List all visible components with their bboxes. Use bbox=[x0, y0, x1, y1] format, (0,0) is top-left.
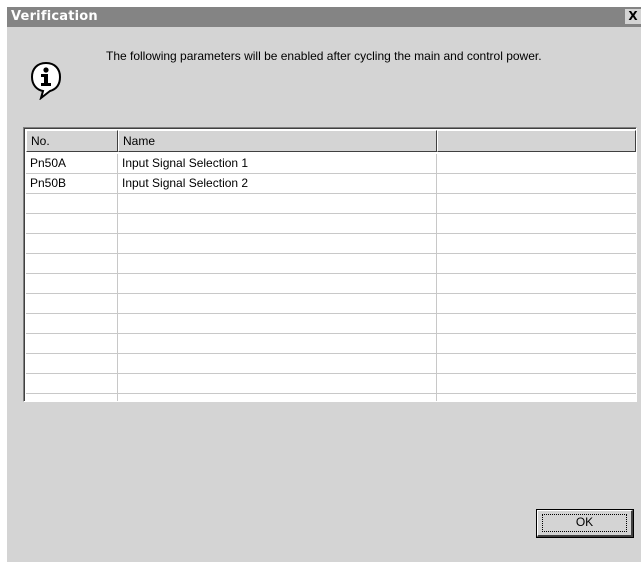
cell-no bbox=[26, 254, 118, 273]
close-button[interactable]: X bbox=[625, 9, 641, 24]
title-bar[interactable]: Verification X bbox=[7, 7, 641, 27]
table-row[interactable] bbox=[26, 254, 636, 274]
parameter-table: No. Name Pn50A Input Signal Selection 1 … bbox=[23, 127, 637, 402]
cell-extra bbox=[437, 274, 636, 293]
table-row[interactable] bbox=[26, 374, 636, 394]
cell-no bbox=[26, 194, 118, 213]
cell-extra bbox=[437, 214, 636, 233]
cell-name bbox=[118, 314, 437, 333]
ok-button-label: OK bbox=[575, 515, 594, 529]
cell-extra bbox=[437, 174, 636, 193]
cell-name bbox=[118, 354, 437, 373]
table-row[interactable] bbox=[26, 234, 636, 254]
cell-extra bbox=[437, 234, 636, 253]
table-row[interactable] bbox=[26, 354, 636, 374]
info-speech-bubble-icon bbox=[30, 61, 62, 100]
cell-name bbox=[118, 394, 437, 401]
cell-extra bbox=[437, 394, 636, 401]
table-row[interactable] bbox=[26, 194, 636, 214]
cell-name bbox=[118, 294, 437, 313]
table-row[interactable] bbox=[26, 394, 636, 401]
cell-no bbox=[26, 374, 118, 393]
cell-no bbox=[26, 334, 118, 353]
column-header-name[interactable]: Name bbox=[118, 130, 437, 152]
table-row[interactable] bbox=[26, 314, 636, 334]
ok-button[interactable]: OK bbox=[536, 509, 634, 538]
cell-no: Pn50B bbox=[26, 174, 118, 193]
verification-message: The following parameters will be enabled… bbox=[106, 49, 542, 63]
cell-no bbox=[26, 234, 118, 253]
column-header-no[interactable]: No. bbox=[26, 130, 118, 152]
cell-name bbox=[118, 334, 437, 353]
cell-name: Input Signal Selection 1 bbox=[118, 154, 437, 173]
table-row[interactable] bbox=[26, 274, 636, 294]
cell-no bbox=[26, 294, 118, 313]
cell-extra bbox=[437, 354, 636, 373]
cell-name bbox=[118, 274, 437, 293]
table-row[interactable] bbox=[26, 214, 636, 234]
cell-extra bbox=[437, 254, 636, 273]
cell-name: Input Signal Selection 2 bbox=[118, 174, 437, 193]
cell-extra bbox=[437, 314, 636, 333]
column-header-extra[interactable] bbox=[437, 130, 636, 152]
cell-extra bbox=[437, 154, 636, 173]
cell-extra bbox=[437, 334, 636, 353]
cell-name bbox=[118, 214, 437, 233]
table-row[interactable] bbox=[26, 334, 636, 354]
cell-no: Pn50A bbox=[26, 154, 118, 173]
cell-extra bbox=[437, 294, 636, 313]
dialog-title: Verification bbox=[11, 9, 98, 24]
verification-dialog: Verification X The following parameters … bbox=[6, 7, 641, 562]
cell-name bbox=[118, 374, 437, 393]
table-row[interactable]: Pn50B Input Signal Selection 2 bbox=[26, 174, 636, 194]
cell-name bbox=[118, 254, 437, 273]
table-row[interactable]: Pn50A Input Signal Selection 1 bbox=[26, 154, 636, 174]
cell-no bbox=[26, 354, 118, 373]
table-body: Pn50A Input Signal Selection 1 Pn50B Inp… bbox=[26, 154, 636, 401]
cell-no bbox=[26, 214, 118, 233]
cell-name bbox=[118, 194, 437, 213]
cell-name bbox=[118, 234, 437, 253]
cell-extra bbox=[437, 194, 636, 213]
table-header: No. Name bbox=[26, 130, 636, 152]
cell-no bbox=[26, 274, 118, 293]
cell-extra bbox=[437, 374, 636, 393]
cell-no bbox=[26, 394, 118, 401]
cell-no bbox=[26, 314, 118, 333]
table-row[interactable] bbox=[26, 294, 636, 314]
